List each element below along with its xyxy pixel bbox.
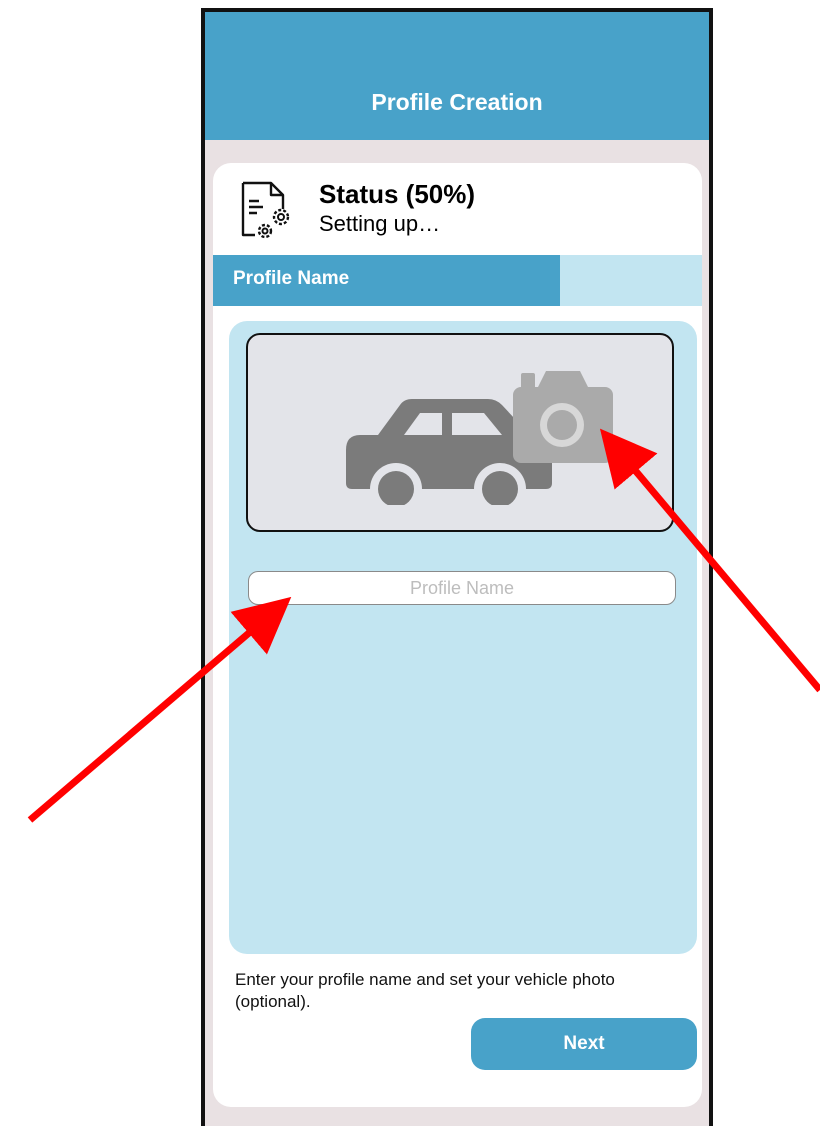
progress-bar: Profile Name	[213, 255, 702, 306]
camera-icon	[513, 371, 613, 463]
status-row: Status (50%) Setting up…	[213, 163, 702, 255]
app-header: Profile Creation	[205, 12, 709, 140]
status-title: Status (50%)	[319, 179, 476, 209]
vehicle-photo-illustration	[346, 371, 613, 505]
status-subtitle: Setting up…	[319, 211, 441, 236]
phone-screen: Profile Creation Status (50%) Setting up…	[201, 8, 713, 1126]
vehicle-photo-picker[interactable]	[246, 333, 674, 532]
profile-card: Status (50%) Setting up… Profile Name Pr…	[213, 163, 702, 1107]
page-title: Profile Creation	[371, 89, 543, 115]
instructions-text: Enter your profile name and set your veh…	[235, 970, 615, 1011]
document-gear-icon	[241, 181, 290, 239]
content-panel	[229, 321, 697, 954]
progress-label: Profile Name	[233, 268, 350, 289]
profile-name-input[interactable]	[248, 571, 676, 605]
next-button[interactable]: Next	[471, 1018, 697, 1070]
